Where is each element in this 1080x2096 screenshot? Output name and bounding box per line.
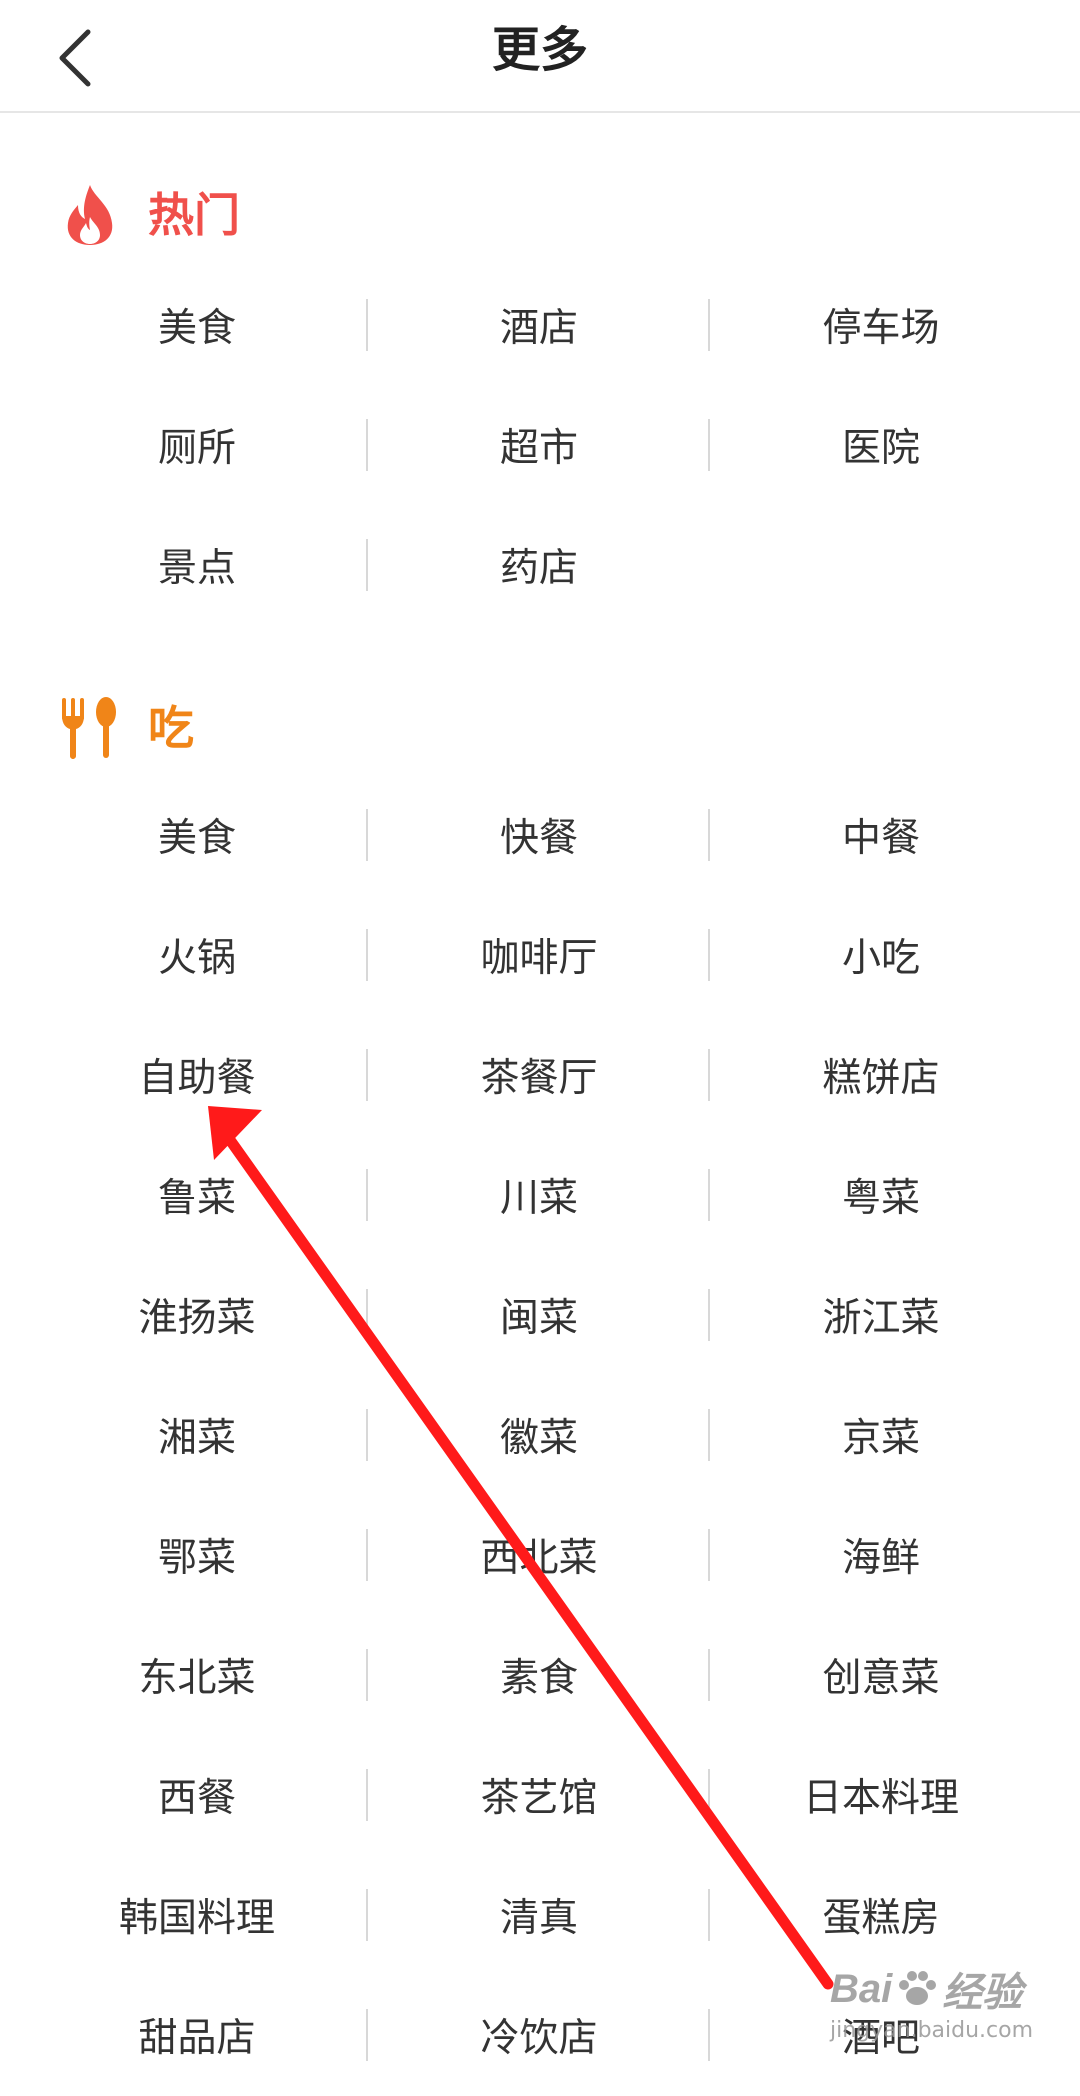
category-item-hot[interactable]: 美食 — [26, 265, 368, 385]
category-item-eat[interactable]: 鄂菜 — [26, 1495, 368, 1615]
category-item-eat[interactable]: 粤菜 — [710, 1135, 1052, 1255]
category-item-eat[interactable]: 湘菜 — [26, 1375, 368, 1495]
category-item-eat[interactable]: 冷饮店 — [368, 1975, 710, 2095]
category-item-eat[interactable]: 自助餐 — [26, 1015, 368, 1135]
category-item-eat[interactable]: 快餐 — [368, 775, 710, 895]
category-item-hot[interactable]: 药店 — [368, 505, 710, 625]
category-item-eat[interactable]: 西北菜 — [368, 1495, 710, 1615]
category-item-eat[interactable]: 清真 — [368, 1855, 710, 1975]
category-item-eat[interactable]: 咖啡厅 — [368, 895, 710, 1015]
category-item-eat[interactable]: 中餐 — [710, 775, 1052, 895]
category-item-eat[interactable]: 创意菜 — [710, 1615, 1052, 1735]
category-item-eat[interactable]: 海鲜 — [710, 1495, 1052, 1615]
category-item-hot[interactable]: 厕所 — [26, 385, 368, 505]
category-item-eat[interactable]: 酒吧 — [710, 1975, 1052, 2095]
category-item-hot[interactable]: 医院 — [710, 385, 1052, 505]
category-item-eat[interactable]: 东北菜 — [26, 1615, 368, 1735]
page-title: 更多 — [491, 22, 588, 78]
category-item-eat[interactable]: 韩国料理 — [26, 1855, 368, 1975]
category-item-hot[interactable]: 景点 — [26, 505, 368, 625]
section-header-eat: 吃 — [60, 693, 194, 763]
category-item-eat[interactable]: 蛋糕房 — [710, 1855, 1052, 1975]
fork-spoon-icon — [62, 697, 116, 759]
category-item-eat[interactable]: 鲁菜 — [26, 1135, 368, 1255]
section-header-hot: 热门 — [60, 180, 240, 250]
category-item-eat[interactable]: 茶餐厅 — [368, 1015, 710, 1135]
category-item-eat[interactable]: 日本料理 — [710, 1735, 1052, 1855]
category-item-hot[interactable]: 酒店 — [368, 265, 710, 385]
category-item-eat[interactable]: 甜品店 — [26, 1975, 368, 2095]
category-item-eat[interactable]: 淮扬菜 — [26, 1255, 368, 1375]
category-item-eat[interactable]: 素食 — [368, 1615, 710, 1735]
section-title-eat: 吃 — [148, 701, 194, 755]
category-item-eat[interactable]: 茶艺馆 — [368, 1735, 710, 1855]
flame-icon — [67, 185, 113, 245]
category-item-eat[interactable]: 小吃 — [710, 895, 1052, 1015]
category-item-eat[interactable]: 浙江菜 — [710, 1255, 1052, 1375]
eat-category-grid: 美食 快餐 中餐火锅 咖啡厅 小吃自助餐 茶餐厅 糕饼店鲁菜 川菜 粤菜淮扬菜 闽菜 浙江菜湘菜 徽菜… — [0, 775, 1080, 2095]
category-item-eat[interactable]: 糕饼店 — [710, 1015, 1052, 1135]
category-item-eat[interactable]: 火锅 — [26, 895, 368, 1015]
category-item-eat[interactable]: 川菜 — [368, 1135, 710, 1255]
category-item-hot[interactable]: 停车场 — [710, 265, 1052, 385]
top-bar: 更多 — [0, 0, 1080, 113]
category-item-hot[interactable]: 超市 — [368, 385, 710, 505]
section-title-hot: 热门 — [148, 188, 240, 242]
category-item-eat[interactable]: 京菜 — [710, 1375, 1052, 1495]
category-item-eat[interactable]: 徽菜 — [368, 1375, 710, 1495]
category-item-eat[interactable]: 闽菜 — [368, 1255, 710, 1375]
category-item-eat[interactable]: 西餐 — [26, 1735, 368, 1855]
category-item-eat[interactable]: 美食 — [26, 775, 368, 895]
hot-category-grid: 美食 酒店 停车场厕所 超市 医院景点 药店 — [0, 265, 1080, 625]
